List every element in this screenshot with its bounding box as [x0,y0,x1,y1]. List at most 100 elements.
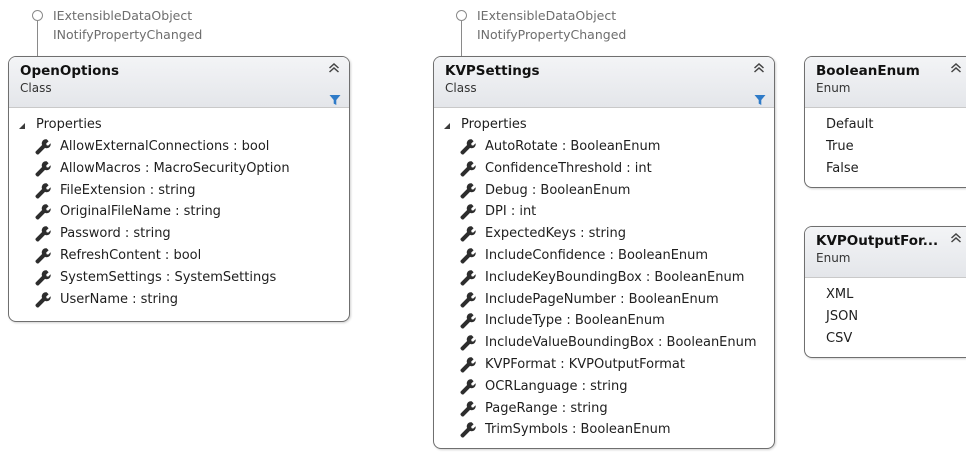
enum-shape-booleanenum[interactable]: BooleanEnum Enum Default True False [804,56,966,188]
enum-value[interactable]: JSON [805,306,966,328]
property-text: OriginalFileName : string [60,204,221,220]
triangle-expanded-icon[interactable] [18,122,26,130]
wrench-icon [460,226,476,242]
property-row[interactable]: IncludeConfidence : BooleanEnum [434,245,774,267]
property-row[interactable]: IncludeValueBoundingBox : BooleanEnum [434,332,774,354]
shape-header[interactable]: OpenOptions Class [9,57,349,108]
double-chevron-up-icon[interactable] [949,61,963,75]
property-text: AllowMacros : MacroSecurityOption [60,160,290,176]
property-row[interactable]: IncludePageNumber : BooleanEnum [434,289,774,311]
interface-name: INotifyPropertyChanged [53,27,203,42]
enum-shape-kvpoutputformat[interactable]: KVPOutputFor... Enum XML JSON CSV [804,226,966,358]
wrench-icon [35,226,51,242]
property-text: RefreshContent : bool [60,247,202,263]
class-name: OpenOptions [20,63,120,79]
property-row[interactable]: IncludeType : BooleanEnum [434,310,774,332]
property-text: IncludeType : BooleanEnum [485,313,665,329]
wrench-icon [460,401,476,417]
enum-kind: Enum [816,251,851,265]
property-text: TrimSymbols : BooleanEnum [485,422,671,438]
interface-name: IExtensibleDataObject [53,8,193,23]
class-name: KVPSettings [445,63,540,79]
property-row[interactable]: PageRange : string [434,398,774,420]
property-row[interactable]: Debug : BooleanEnum [434,180,774,202]
section-label: Properties [36,117,102,132]
wrench-icon [460,270,476,286]
enum-kind: Enum [816,81,851,95]
wrench-icon [460,422,476,438]
property-text: ConfidenceThreshold : int [485,160,652,176]
interface-name: INotifyPropertyChanged [477,27,627,42]
property-text: OCRLanguage : string [485,378,628,394]
property-text: SystemSettings : SystemSettings [60,269,277,285]
property-text: FileExtension : string [60,182,196,198]
wrench-icon [460,335,476,351]
double-chevron-up-icon[interactable] [752,61,766,75]
enum-value-list: XML JSON CSV [805,284,966,349]
lollipop-interface-icon [456,10,467,21]
property-text: IncludePageNumber : BooleanEnum [485,291,719,307]
shape-header[interactable]: KVPOutputFor... Enum [805,227,966,278]
shape-header[interactable]: BooleanEnum Enum [805,57,966,108]
lollipop-interface-icon [32,10,43,21]
wrench-icon [35,270,51,286]
properties-section-header[interactable]: Properties [9,114,349,136]
property-text: IncludeConfidence : BooleanEnum [485,247,709,263]
property-row[interactable]: OCRLanguage : string [434,376,774,398]
property-row[interactable]: UserName : string [9,289,349,311]
property-list: AutoRotate : BooleanEnum ConfidenceThres… [434,136,774,441]
property-text: ExpectedKeys : string [485,226,626,242]
properties-section-header[interactable]: Properties [434,114,774,136]
filter-icon[interactable] [329,94,341,106]
property-list: AllowExternalConnections : bool AllowMac… [9,136,349,310]
property-row[interactable]: RefreshContent : bool [9,245,349,267]
section-label: Properties [461,117,527,132]
wrench-icon [35,248,51,264]
double-chevron-up-icon[interactable] [327,61,341,75]
property-text: DPI : int [485,204,537,220]
property-row[interactable]: OriginalFileName : string [9,201,349,223]
enum-value[interactable]: False [805,158,966,180]
wrench-icon [35,204,51,220]
interface-list: IExtensibleDataObject INotifyPropertyCha… [53,6,202,44]
shape-header[interactable]: KVPSettings Class [434,57,774,108]
wrench-icon [460,139,476,155]
property-row[interactable]: AllowExternalConnections : bool [9,136,349,158]
wrench-icon [460,379,476,395]
property-text: IncludeValueBoundingBox : BooleanEnum [485,335,757,351]
wrench-icon [460,357,476,373]
property-row[interactable]: DPI : int [434,201,774,223]
enum-value[interactable]: True [805,136,966,158]
wrench-icon [460,248,476,264]
interface-connector [37,21,38,59]
class-shape-kvpsettings[interactable]: KVPSettings Class Properties AutoRotate … [433,56,775,449]
enum-name: KVPOutputFor... [816,233,939,249]
property-row[interactable]: IncludeKeyBoundingBox : BooleanEnum [434,267,774,289]
enum-value[interactable]: XML [805,284,966,306]
enum-name: BooleanEnum [816,63,920,79]
property-text: UserName : string [60,291,178,307]
property-row[interactable]: SystemSettings : SystemSettings [9,267,349,289]
wrench-icon [35,292,51,308]
property-row[interactable]: ExpectedKeys : string [434,223,774,245]
enum-value[interactable]: Default [805,114,966,136]
property-text: AutoRotate : BooleanEnum [485,139,661,154]
interface-connector [461,21,462,59]
property-row[interactable]: AllowMacros : MacroSecurityOption [9,158,349,180]
property-row[interactable]: KVPFormat : KVPOutputFormat [434,354,774,376]
property-row[interactable]: Password : string [9,223,349,245]
wrench-icon [35,161,51,177]
filter-icon[interactable] [754,94,766,106]
enum-value-list: Default True False [805,114,966,179]
enum-value[interactable]: CSV [805,328,966,350]
property-row[interactable]: AutoRotate : BooleanEnum [434,136,774,158]
property-row[interactable]: TrimSymbols : BooleanEnum [434,419,774,441]
property-text: PageRange : string [485,400,608,416]
double-chevron-up-icon[interactable] [949,231,963,245]
triangle-expanded-icon[interactable] [443,122,451,130]
interface-name: IExtensibleDataObject [477,8,617,23]
property-row[interactable]: FileExtension : string [9,180,349,202]
property-row[interactable]: ConfidenceThreshold : int [434,158,774,180]
wrench-icon [460,204,476,220]
class-shape-openoptions[interactable]: OpenOptions Class Properties AllowExtern… [8,56,350,322]
